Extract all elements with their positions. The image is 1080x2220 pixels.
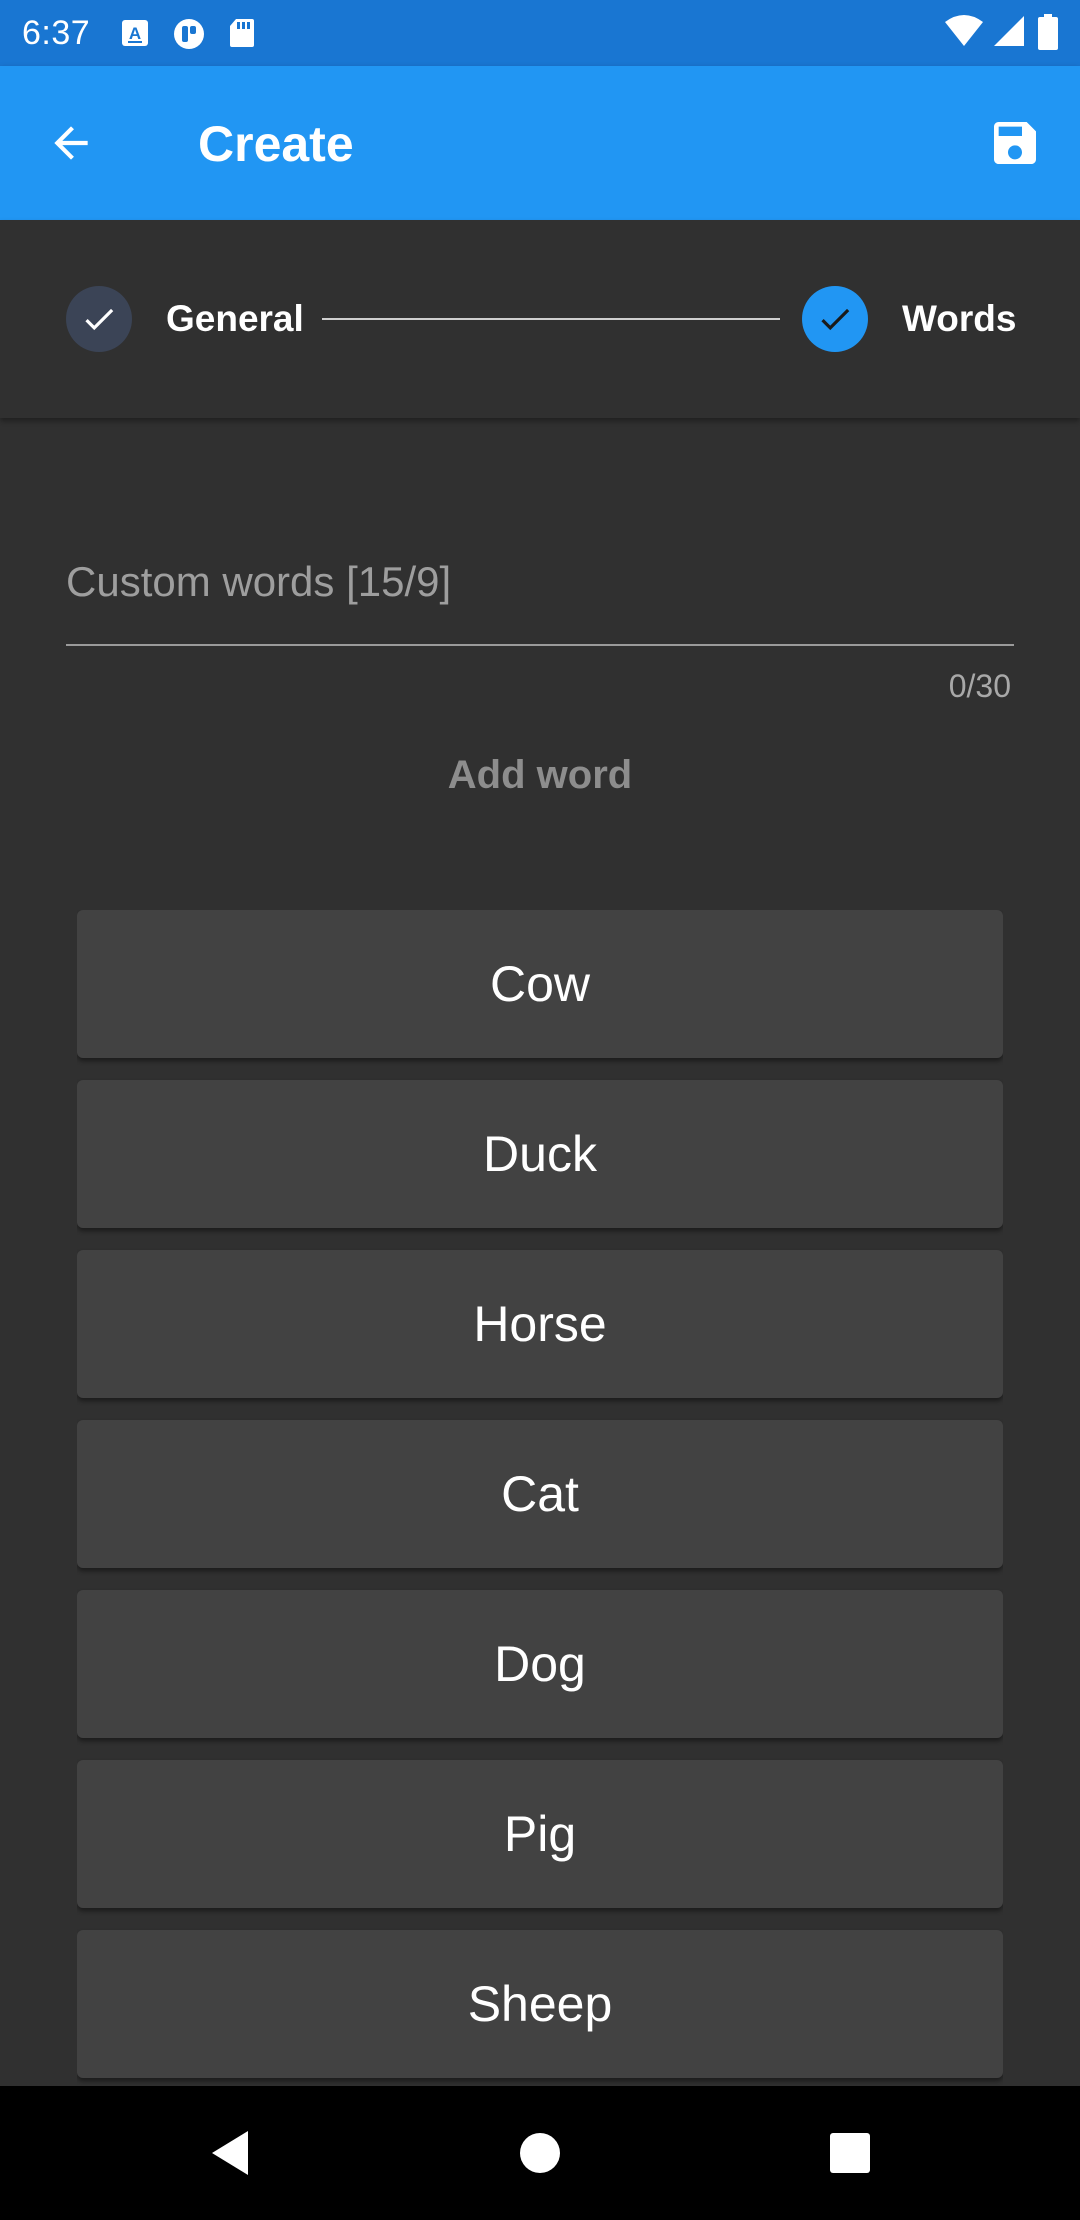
page-title: Create: [198, 116, 354, 172]
keyboard-a-icon: A: [120, 17, 150, 49]
word-item[interactable]: Sheep: [77, 1930, 1003, 2078]
notification-app-icon: [172, 17, 206, 49]
system-nav-bar: [0, 2086, 1080, 2220]
home-circle-icon: [520, 2133, 560, 2173]
nav-back-button[interactable]: [190, 2113, 270, 2193]
status-bar: 6:37 A: [0, 0, 1080, 66]
stepper: General Words: [0, 220, 1080, 418]
sd-card-icon: [228, 17, 256, 49]
cellular-signal-icon: [992, 14, 1026, 46]
svg-text:A: A: [129, 24, 141, 43]
step-general-indicator[interactable]: [66, 286, 132, 352]
word-item[interactable]: Pig: [77, 1760, 1003, 1908]
custom-words-field: [66, 520, 1014, 648]
back-button[interactable]: [36, 108, 106, 178]
word-item[interactable]: Cat: [77, 1420, 1003, 1568]
step-words-label[interactable]: Words: [902, 296, 1016, 342]
word-item[interactable]: Duck: [77, 1080, 1003, 1228]
recents-square-icon: [830, 2133, 870, 2173]
status-time: 6:37: [22, 13, 91, 52]
arrow-back-icon: [54, 126, 88, 160]
nav-home-button[interactable]: [500, 2113, 580, 2193]
add-word-button[interactable]: Add word: [340, 740, 740, 810]
wifi-icon: [944, 14, 984, 46]
save-floppy-icon: [994, 122, 1036, 164]
word-item[interactable]: Horse: [77, 1250, 1003, 1398]
check-icon: [85, 308, 114, 331]
app-bar: Create: [0, 66, 1080, 220]
step-general-label[interactable]: General: [166, 296, 304, 342]
save-button[interactable]: [980, 108, 1050, 178]
char-counter: 0/30: [948, 668, 1011, 704]
nav-recents-button[interactable]: [810, 2113, 890, 2193]
check-icon: [821, 308, 850, 331]
step-connector: [322, 318, 780, 320]
word-list: Cow Duck Horse Cat Dog Pig Sheep: [77, 910, 1003, 2086]
status-right-icons: [944, 14, 1058, 50]
back-triangle-icon: [212, 2131, 248, 2175]
word-item[interactable]: Cow: [77, 910, 1003, 1058]
word-item[interactable]: Dog: [77, 1590, 1003, 1738]
custom-words-input[interactable]: [66, 520, 1014, 646]
step-words-indicator[interactable]: [802, 286, 868, 352]
battery-icon: [1038, 14, 1058, 50]
